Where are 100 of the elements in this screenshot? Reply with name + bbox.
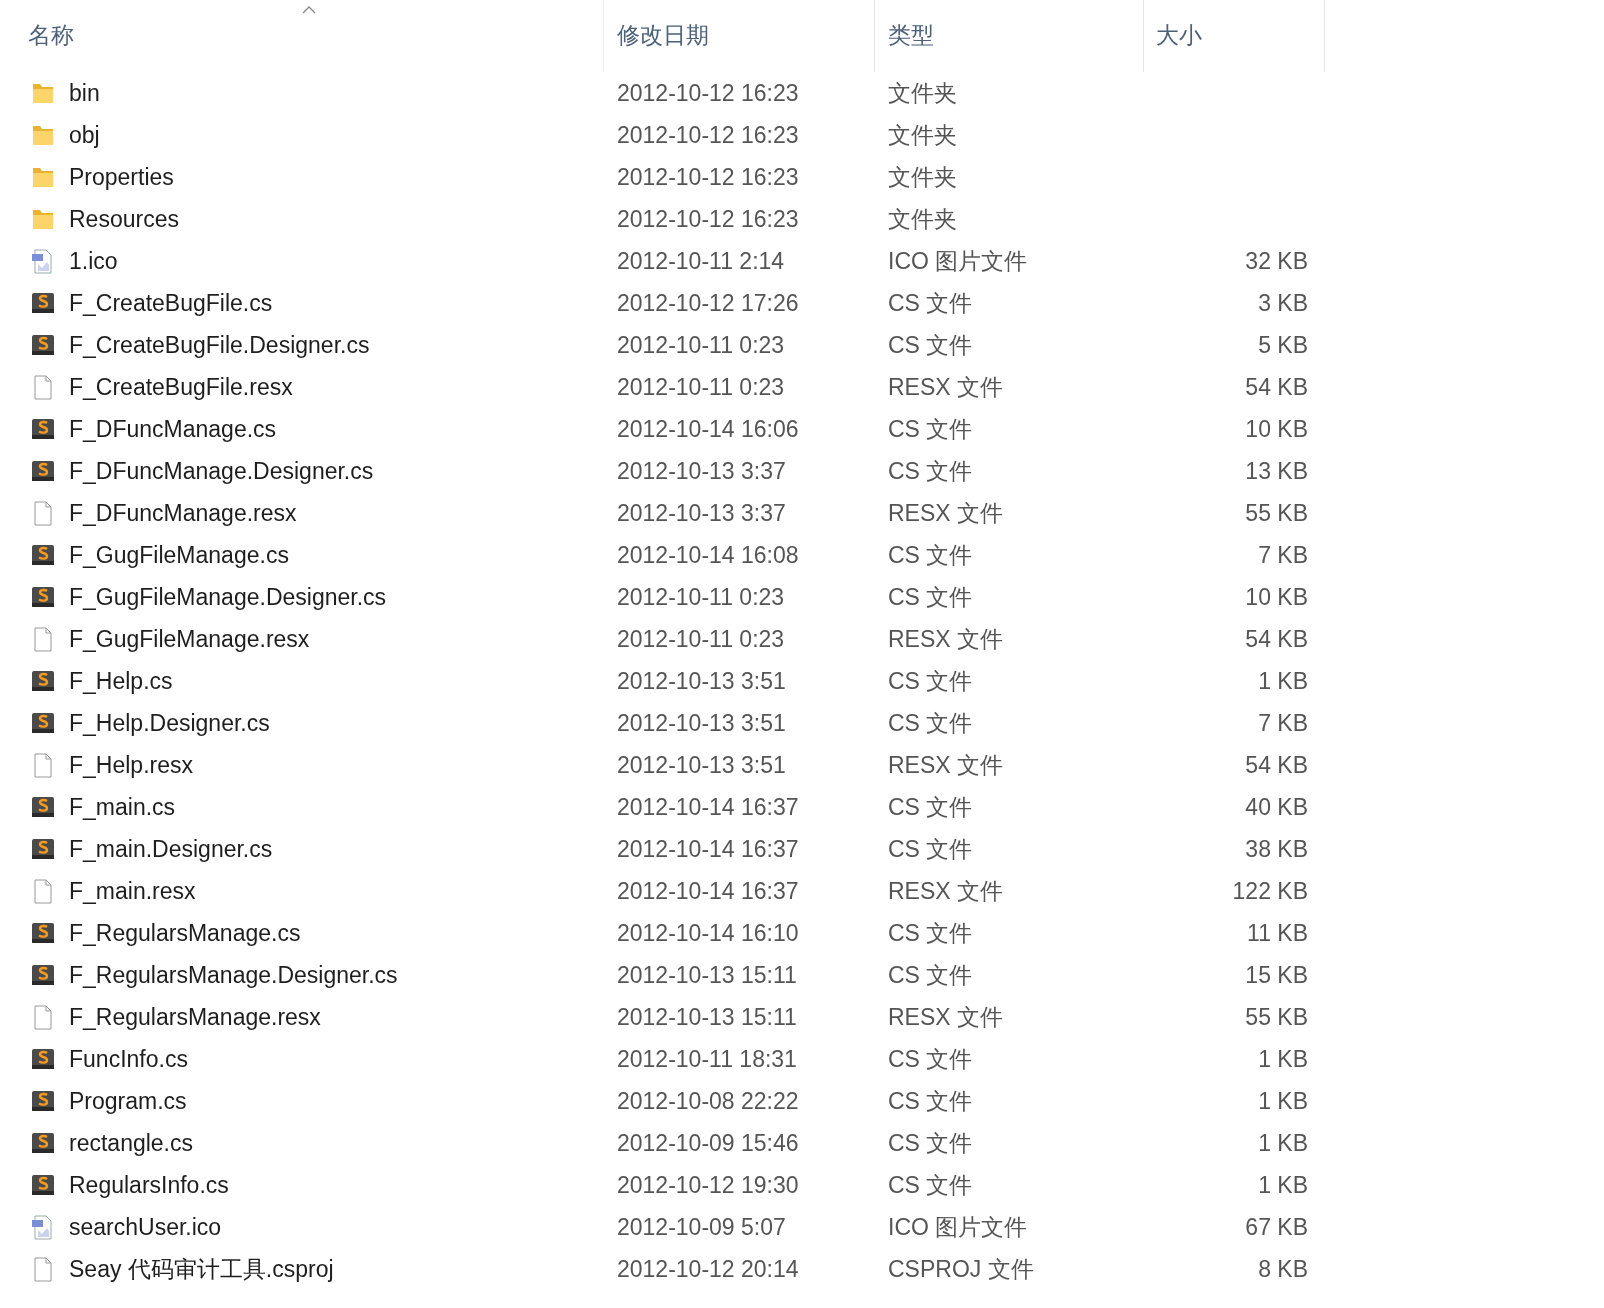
modified-date: 2012-10-13 15:11: [617, 1003, 797, 1031]
modified-date: 2012-10-14 16:37: [617, 877, 799, 905]
column-header[interactable]: 类型: [888, 19, 934, 51]
file-name[interactable]: F_GugFileManage.resx: [69, 625, 310, 653]
file-type: CS 文件: [888, 666, 973, 696]
modified-date: 2012-10-11 18:31: [617, 1045, 797, 1073]
file-type: RESX 文件: [888, 1002, 1004, 1032]
code-file-icon: [30, 962, 56, 988]
file-type: CS 文件: [888, 834, 973, 864]
file-name[interactable]: FuncInfo.cs: [69, 1045, 188, 1073]
file-type: ICO 图片文件: [888, 246, 1028, 276]
code-file-icon: [30, 416, 56, 442]
file-name[interactable]: F_RegularsManage.cs: [69, 919, 301, 947]
file-type: CS 文件: [888, 540, 973, 570]
file-name[interactable]: F_RegularsManage.Designer.cs: [69, 961, 398, 989]
file-size: 13 KB: [1245, 457, 1308, 485]
code-file-icon: [30, 836, 56, 862]
file-type: CS 文件: [888, 708, 973, 738]
file-size: 122 KB: [1232, 877, 1308, 905]
file-size: 7 KB: [1258, 709, 1308, 737]
file-name[interactable]: RegularsInfo.cs: [69, 1171, 229, 1199]
file-name[interactable]: F_main.Designer.cs: [69, 835, 273, 863]
file-name[interactable]: rectangle.cs: [69, 1129, 193, 1157]
file-name[interactable]: F_main.cs: [69, 793, 176, 821]
file-size: 67 KB: [1245, 1213, 1308, 1241]
file-size: 15 KB: [1245, 961, 1308, 989]
code-file-icon: [30, 920, 56, 946]
file-name[interactable]: F_CreateBugFile.Designer.cs: [69, 331, 370, 359]
modified-date: 2012-10-11 2:14: [617, 247, 785, 275]
file-size: 1 KB: [1258, 1045, 1308, 1073]
file-type: CS 文件: [888, 1044, 973, 1074]
code-file-icon: [30, 1172, 56, 1198]
modified-date: 2012-10-14 16:06: [617, 415, 799, 443]
file-type: CSPROJ 文件: [888, 1254, 1034, 1284]
file-name[interactable]: bin: [69, 79, 100, 107]
code-file-icon: [30, 332, 56, 358]
file-type: RESX 文件: [888, 876, 1004, 906]
modified-date: 2012-10-12 16:23: [617, 79, 799, 107]
column-header[interactable]: 名称: [28, 19, 74, 51]
modified-date: 2012-10-13 3:51: [617, 709, 786, 737]
file-size: 38 KB: [1245, 835, 1308, 863]
file-size: 1 KB: [1258, 1087, 1308, 1115]
file-type: 文件夹: [888, 78, 957, 108]
file-size: 54 KB: [1245, 751, 1308, 779]
column-header[interactable]: 修改日期: [617, 19, 709, 51]
file-name[interactable]: obj: [69, 121, 100, 149]
modified-date: 2012-10-12 17:26: [617, 289, 799, 317]
file-type: RESX 文件: [888, 750, 1004, 780]
modified-date: 2012-10-12 16:23: [617, 163, 799, 191]
code-file-icon: [30, 458, 56, 484]
file-name[interactable]: F_RegularsManage.resx: [69, 1003, 321, 1031]
modified-date: 2012-10-14 16:10: [617, 919, 799, 947]
file-type: CS 文件: [888, 960, 973, 990]
file-name[interactable]: F_main.resx: [69, 877, 196, 905]
file-size: 8 KB: [1258, 1255, 1308, 1283]
file-type: 文件夹: [888, 120, 957, 150]
file-size: 55 KB: [1245, 1003, 1308, 1031]
modified-date: 2012-10-12 20:14: [617, 1255, 799, 1283]
file-name[interactable]: F_CreateBugFile.cs: [69, 289, 273, 317]
file-name[interactable]: F_Help.resx: [69, 751, 193, 779]
file-name[interactable]: Program.cs: [69, 1087, 187, 1115]
modified-date: 2012-10-12 16:23: [617, 121, 799, 149]
file-name[interactable]: F_GugFileManage.Designer.cs: [69, 583, 387, 611]
code-file-icon: [30, 710, 56, 736]
file-type: RESX 文件: [888, 498, 1004, 528]
file-name[interactable]: 1.ico: [69, 247, 118, 275]
file-type: CS 文件: [888, 1170, 973, 1200]
file-size: 1 KB: [1258, 1171, 1308, 1199]
modified-date: 2012-10-13 3:51: [617, 751, 786, 779]
modified-date: 2012-10-09 15:46: [617, 1129, 799, 1157]
file-name[interactable]: searchUser.ico: [69, 1213, 222, 1241]
modified-date: 2012-10-11 0:23: [617, 625, 785, 653]
file-size: 7 KB: [1258, 541, 1308, 569]
modified-date: 2012-10-09 5:07: [617, 1213, 786, 1241]
file-name[interactable]: Seay 代码审计工具.csproj: [69, 1253, 334, 1285]
file-name[interactable]: F_GugFileManage.cs: [69, 541, 289, 569]
modified-date: 2012-10-13 15:11: [617, 961, 797, 989]
modified-date: 2012-10-14 16:08: [617, 541, 799, 569]
file-type: CS 文件: [888, 288, 973, 318]
file-size: 10 KB: [1245, 583, 1308, 611]
file-type: CS 文件: [888, 582, 973, 612]
file-name[interactable]: F_DFuncManage.Designer.cs: [69, 457, 374, 485]
file-type: CS 文件: [888, 918, 973, 948]
file-name[interactable]: F_DFuncManage.cs: [69, 415, 277, 443]
file-name[interactable]: F_DFuncManage.resx: [69, 499, 297, 527]
modified-date: 2012-10-11 0:23: [617, 373, 785, 401]
file-name[interactable]: Properties: [69, 163, 174, 191]
file-name[interactable]: F_Help.cs: [69, 667, 173, 695]
file-size: 54 KB: [1245, 625, 1308, 653]
code-file-icon: [30, 290, 56, 316]
file-size: 54 KB: [1245, 373, 1308, 401]
column-header[interactable]: 大小: [1156, 19, 1202, 51]
modified-date: 2012-10-12 19:30: [617, 1171, 799, 1199]
file-name[interactable]: F_Help.Designer.cs: [69, 709, 270, 737]
code-file-icon: [30, 1088, 56, 1114]
file-size: 32 KB: [1245, 247, 1308, 275]
file-name[interactable]: Resources: [69, 205, 179, 233]
modified-date: 2012-10-13 3:37: [617, 499, 786, 527]
modified-date: 2012-10-12 16:23: [617, 205, 799, 233]
file-name[interactable]: F_CreateBugFile.resx: [69, 373, 293, 401]
